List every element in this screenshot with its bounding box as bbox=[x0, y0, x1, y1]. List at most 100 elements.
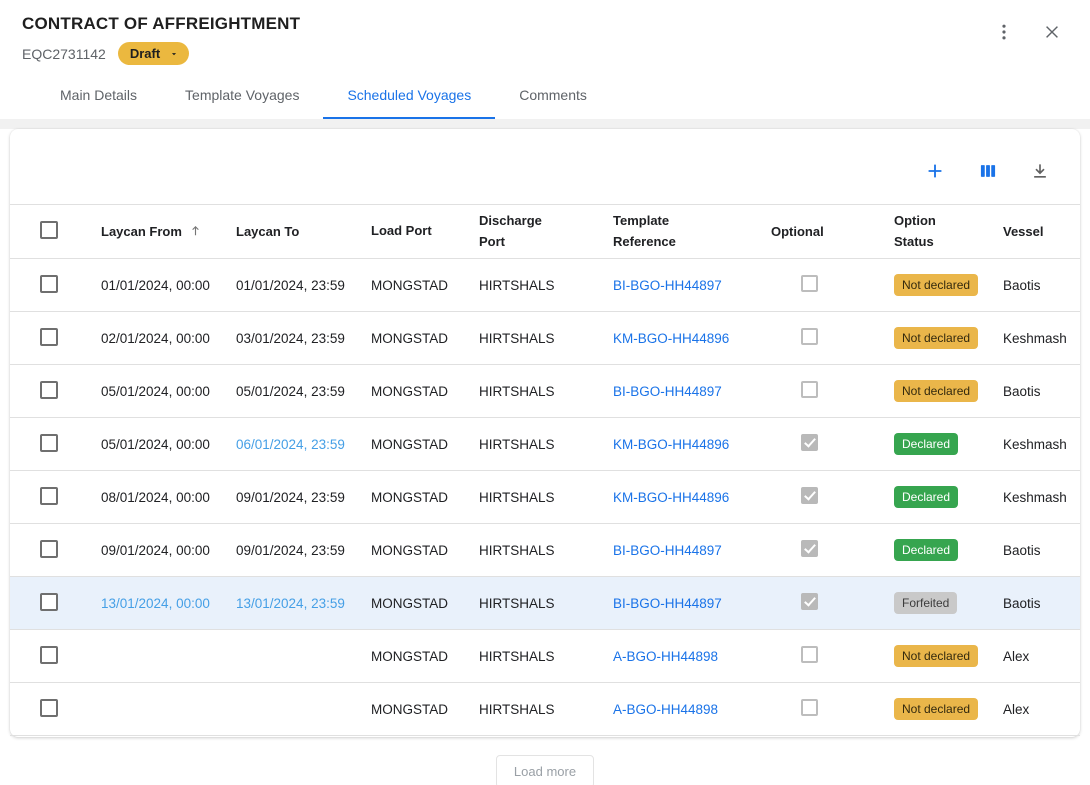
table-row[interactable]: 01/01/2024, 00:00 01/01/2024, 23:59 MONG… bbox=[10, 259, 1080, 312]
tab-scheduled-voyages[interactable]: Scheduled Voyages bbox=[323, 75, 495, 119]
optional-checkbox[interactable] bbox=[801, 540, 818, 557]
discharge-port: HIRTSHALS bbox=[479, 418, 613, 471]
template-reference-link[interactable]: BI-BGO-HH44897 bbox=[613, 384, 722, 399]
optional-checkbox[interactable] bbox=[801, 646, 818, 663]
laycan-to: 01/01/2024, 23:59 bbox=[236, 278, 345, 293]
row-checkbox[interactable] bbox=[40, 540, 58, 558]
table-toolbar bbox=[10, 129, 1080, 183]
optional-checkbox[interactable] bbox=[801, 381, 818, 398]
row-checkbox[interactable] bbox=[40, 699, 58, 717]
column-header-option-status[interactable]: Option Status bbox=[894, 205, 1003, 259]
table-row[interactable]: 13/01/2024, 00:00 13/01/2024, 23:59 MONG… bbox=[10, 577, 1080, 630]
laycan-to: 06/01/2024, 23:59 bbox=[236, 437, 345, 452]
option-status-badge: Not declared bbox=[894, 327, 978, 349]
load-port: MONGSTAD bbox=[371, 312, 479, 365]
row-checkbox[interactable] bbox=[40, 434, 58, 452]
chevron-down-icon bbox=[169, 49, 179, 59]
close-button[interactable] bbox=[1040, 20, 1064, 44]
row-checkbox[interactable] bbox=[40, 646, 58, 664]
vessel: Keshmash bbox=[1003, 471, 1080, 524]
more-options-button[interactable] bbox=[992, 20, 1016, 44]
load-port: MONGSTAD bbox=[371, 365, 479, 418]
vessel: Baotis bbox=[1003, 365, 1080, 418]
row-checkbox[interactable] bbox=[40, 593, 58, 611]
manage-columns-button[interactable] bbox=[976, 159, 1000, 183]
laycan-to: 09/01/2024, 23:59 bbox=[236, 490, 345, 505]
table-row[interactable]: 02/01/2024, 00:00 03/01/2024, 23:59 MONG… bbox=[10, 312, 1080, 365]
vessel: Alex bbox=[1003, 630, 1080, 683]
template-reference-link[interactable]: A-BGO-HH44898 bbox=[613, 649, 718, 664]
optional-checkbox[interactable] bbox=[801, 699, 818, 716]
close-icon bbox=[1042, 30, 1062, 45]
discharge-port: HIRTSHALS bbox=[479, 471, 613, 524]
optional-checkbox[interactable] bbox=[801, 593, 818, 610]
discharge-port: HIRTSHALS bbox=[479, 524, 613, 577]
option-status-badge: Not declared bbox=[894, 698, 978, 720]
option-status-badge: Not declared bbox=[894, 645, 978, 667]
row-checkbox[interactable] bbox=[40, 487, 58, 505]
laycan-from: 05/01/2024, 00:00 bbox=[101, 384, 210, 399]
scheduled-voyages-table: Laycan From Laycan To Load Port Discharg… bbox=[10, 204, 1080, 736]
row-checkbox[interactable] bbox=[40, 328, 58, 346]
discharge-port: HIRTSHALS bbox=[479, 683, 613, 736]
template-reference-link[interactable]: BI-BGO-HH44897 bbox=[613, 278, 722, 293]
column-header-template-reference[interactable]: Template Reference bbox=[613, 205, 771, 259]
load-port: MONGSTAD bbox=[371, 630, 479, 683]
template-reference-link[interactable]: BI-BGO-HH44897 bbox=[613, 543, 722, 558]
laycan-from: 08/01/2024, 00:00 bbox=[101, 490, 210, 505]
template-reference-link[interactable]: KM-BGO-HH44896 bbox=[613, 331, 729, 346]
laycan-from: 05/01/2024, 00:00 bbox=[101, 437, 210, 452]
option-status-badge: Declared bbox=[894, 539, 958, 561]
plus-icon bbox=[924, 170, 946, 185]
page-title: CONTRACT OF AFFREIGHTMENT bbox=[22, 14, 1068, 34]
discharge-port: HIRTSHALS bbox=[479, 312, 613, 365]
download-button[interactable] bbox=[1028, 159, 1052, 183]
optional-checkbox[interactable] bbox=[801, 434, 818, 451]
table-row[interactable]: MONGSTAD HIRTSHALS A-BGO-HH44898 Not dec… bbox=[10, 683, 1080, 736]
column-header-laycan-to[interactable]: Laycan To bbox=[236, 205, 371, 259]
column-header-discharge-port[interactable]: Discharge Port bbox=[479, 205, 613, 259]
kebab-menu-icon bbox=[994, 30, 1014, 45]
column-header-vessel[interactable]: Vessel bbox=[1003, 205, 1080, 259]
row-checkbox[interactable] bbox=[40, 275, 58, 293]
optional-checkbox[interactable] bbox=[801, 328, 818, 345]
tab-template-voyages[interactable]: Template Voyages bbox=[161, 75, 323, 119]
tab-comments[interactable]: Comments bbox=[495, 75, 611, 119]
table-row[interactable]: 09/01/2024, 00:00 09/01/2024, 23:59 MONG… bbox=[10, 524, 1080, 577]
status-dropdown-label: Draft bbox=[130, 46, 160, 61]
column-header-optional[interactable]: Optional bbox=[771, 205, 894, 259]
load-port: MONGSTAD bbox=[371, 683, 479, 736]
load-more-button[interactable]: Load more bbox=[496, 755, 594, 785]
add-voyage-button[interactable] bbox=[922, 158, 948, 184]
optional-checkbox[interactable] bbox=[801, 487, 818, 504]
template-reference-link[interactable]: KM-BGO-HH44896 bbox=[613, 490, 729, 505]
table-row[interactable]: 08/01/2024, 00:00 09/01/2024, 23:59 MONG… bbox=[10, 471, 1080, 524]
laycan-from: 13/01/2024, 00:00 bbox=[101, 596, 210, 611]
table-row[interactable]: MONGSTAD HIRTSHALS A-BGO-HH44898 Not dec… bbox=[10, 630, 1080, 683]
template-reference-link[interactable]: A-BGO-HH44898 bbox=[613, 702, 718, 717]
option-status-badge: Declared bbox=[894, 486, 958, 508]
tab-bar: Main Details Template Voyages Scheduled … bbox=[22, 75, 1068, 119]
table-row[interactable]: 05/01/2024, 00:00 05/01/2024, 23:59 MONG… bbox=[10, 365, 1080, 418]
row-checkbox[interactable] bbox=[40, 381, 58, 399]
laycan-to: 03/01/2024, 23:59 bbox=[236, 331, 345, 346]
column-header-load-port[interactable]: Load Port bbox=[371, 205, 479, 259]
scheduled-voyages-card: Laycan From Laycan To Load Port Discharg… bbox=[10, 129, 1080, 737]
optional-checkbox[interactable] bbox=[801, 275, 818, 292]
table-row[interactable]: 05/01/2024, 00:00 06/01/2024, 23:59 MONG… bbox=[10, 418, 1080, 471]
laycan-from: 09/01/2024, 00:00 bbox=[101, 543, 210, 558]
option-status-badge: Forfeited bbox=[894, 592, 957, 614]
status-dropdown[interactable]: Draft bbox=[118, 42, 189, 65]
load-port: MONGSTAD bbox=[371, 524, 479, 577]
laycan-to: 09/01/2024, 23:59 bbox=[236, 543, 345, 558]
tab-main-details[interactable]: Main Details bbox=[36, 75, 161, 119]
select-all-checkbox[interactable] bbox=[40, 221, 58, 239]
vessel: Keshmash bbox=[1003, 312, 1080, 365]
vessel: Alex bbox=[1003, 683, 1080, 736]
discharge-port: HIRTSHALS bbox=[479, 259, 613, 312]
download-icon bbox=[1030, 169, 1050, 184]
template-reference-link[interactable]: KM-BGO-HH44896 bbox=[613, 437, 729, 452]
vessel: Baotis bbox=[1003, 524, 1080, 577]
column-header-laycan-from[interactable]: Laycan From bbox=[101, 205, 236, 259]
template-reference-link[interactable]: BI-BGO-HH44897 bbox=[613, 596, 722, 611]
